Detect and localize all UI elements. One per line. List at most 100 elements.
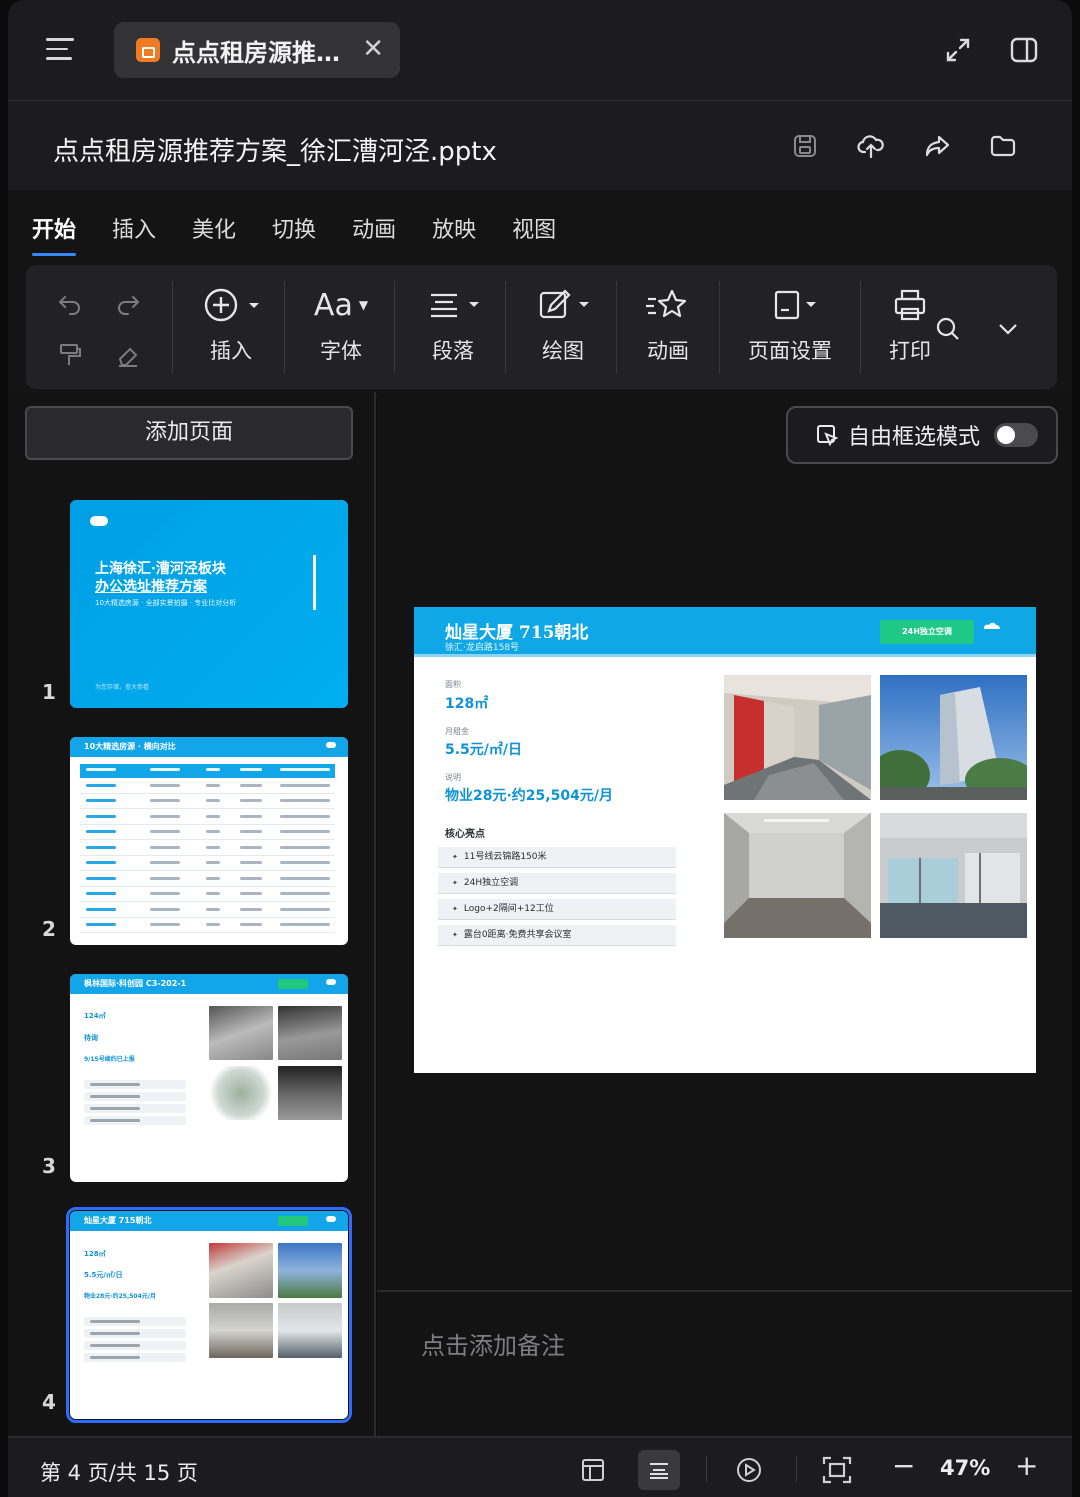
logo-icon [326,979,336,985]
zoom-out-button[interactable]: − [892,1451,915,1481]
thumb-table-cell [240,768,262,771]
paragraph-tool[interactable]: 段落 [418,285,488,365]
thumb-table-cell [280,799,330,802]
insert-tool[interactable]: 插入 [196,285,266,365]
current-slide[interactable]: 灿星大厦 715朝北 徐汇·龙启路158号 24H独立空调 面积 128㎡ 月租… [414,607,1036,1073]
thumb-bullet [84,1092,186,1101]
tab-animation[interactable]: 动画 [352,212,396,252]
thumb-table-cell [206,892,220,895]
draw-tool[interactable]: 绘图 [528,285,598,365]
thumb-title: 上海徐汇·漕河泾板块 办公选址推荐方案 [95,560,226,596]
area-value: 128㎡ [445,696,489,712]
thumb-table-cell [240,845,262,849]
thumb-table-cell [280,892,330,895]
font-icon: Aa [313,287,353,323]
slide-thumbnail-3[interactable]: 枫林国际·科创园 C3-202-1 124㎡ 待询 9/15号续约已上报 [70,974,348,1182]
file-bar: 点点租房源推荐方案_徐汇漕河泾.pptx [8,100,1072,190]
zoom-in-button[interactable]: + [1015,1451,1038,1481]
page-setup-tool[interactable]: 页面设置 [742,285,838,365]
thumb-table-cell [86,799,116,802]
highlight-bullet: 露台0距离·免费共享会议室 [438,925,676,946]
thumb-photo [278,1006,342,1060]
thumb-area: 128㎡ [84,1250,106,1258]
thumb-badge [278,1216,308,1226]
thumb-title: 灿星大厦 715朝北 [84,1216,152,1225]
thumb-table-cell [240,783,262,787]
share-icon[interactable] [922,131,952,161]
thumb-table-cell [86,845,116,849]
redo-icon[interactable] [114,289,142,317]
thumb-table-cell [240,892,262,895]
rent-label: 月租金 [445,727,469,736]
fit-screen-icon[interactable] [816,1450,858,1490]
area-label: 面积 [445,680,461,689]
free-select-switch[interactable] [994,423,1039,447]
thumb-table-cell [206,923,220,926]
eraser-icon[interactable] [114,341,142,369]
save-icon[interactable] [790,131,820,161]
animation-tool[interactable]: 动画 [638,285,698,365]
thumb-table-cell [206,907,220,911]
tab-insert[interactable]: 插入 [112,212,156,252]
play-slideshow-icon[interactable] [728,1450,770,1490]
free-select-mode-toggle[interactable]: 自由框选模式 [786,406,1058,464]
print-tool[interactable]: 打印 [882,285,938,365]
thumb-table-cell [86,830,116,833]
cloud-upload-icon[interactable] [856,131,886,161]
thumb-price: 物业28元·约25,504元/月 [84,1293,156,1300]
thumb-table-cell [240,876,262,880]
thumb-table-cell [150,907,180,911]
lobby-photo [724,675,871,800]
thumb-table-cell [86,923,116,926]
expand-toolbar-chevron-icon[interactable] [994,315,1022,343]
thumb-title: 枫林国际·科创园 C3-202-1 [84,979,187,988]
add-page-button[interactable]: 添加页面 [25,406,353,460]
search-icon[interactable] [934,315,962,343]
speaker-notes[interactable]: 点击添加备注 [377,1290,1072,1436]
thumb-table-cell [86,892,116,895]
add-circle-icon [204,288,259,322]
toolbar-separator [719,281,720,373]
tab-transition[interactable]: 切换 [272,212,316,252]
thumb-number: 3 [42,1154,56,1178]
thumb-divider [313,555,316,610]
thumb-table-cell [150,799,180,802]
font-tool[interactable]: Aa ▼ 字体 [306,285,376,365]
animation-label: 动画 [647,339,689,363]
toolbar-separator [284,281,285,373]
slide-thumbnail-1[interactable]: 上海徐汇·漕河泾板块 办公选址推荐方案 10大精选房源 · 全部实景拍摄 · 专业… [70,500,348,708]
thumb-table-row [80,857,335,871]
thumb-table-cell [240,861,262,864]
thumb-bullet [84,1329,186,1338]
tab-view[interactable]: 视图 [512,212,556,252]
undo-icon[interactable] [56,289,84,317]
tab-beautify[interactable]: 美化 [192,212,236,252]
toolbar: 插入 Aa ▼ 字体 段落 绘图 动画 页面设置 打印 [26,265,1057,389]
status-separator [706,1456,707,1482]
slide-thumbnail-4[interactable]: 灿星大厦 715朝北 128㎡ 5.5元/㎡/日 物业28元·约25,504元/… [66,1207,352,1423]
folder-icon[interactable] [988,131,1018,161]
thumb-bullet [84,1353,186,1362]
close-tab-icon[interactable]: ✕ [362,36,384,62]
thumb-table-cell [150,845,180,849]
thumb-title: 10大精选房源 · 横向对比 [84,742,176,751]
slide-subtitle: 徐汇·龙启路158号 [445,643,520,653]
thumb-photo [209,1243,273,1298]
notes-view-icon[interactable] [638,1450,680,1490]
tab-slideshow[interactable]: 放映 [432,212,476,252]
layout-view-icon[interactable] [572,1450,614,1490]
slide-thumbnail-2[interactable]: 10大精选房源 · 横向对比 [70,737,348,945]
expand-icon[interactable] [942,34,974,66]
thumb-table-cell [206,783,220,787]
tab-start[interactable]: 开始 [32,212,77,256]
highlight-bullet: Logo+2隔间+12工位 [438,899,676,920]
format-painter-icon[interactable] [56,341,84,369]
toolbar-separator [616,281,617,373]
hamburger-menu-icon[interactable] [46,38,74,62]
print-label: 打印 [889,339,931,363]
building-photo [880,675,1027,800]
thumb-table-cell [86,768,116,771]
sidebar-toggle-icon[interactable] [1008,34,1040,66]
document-tab[interactable]: 点点租房源推… ✕ [114,22,400,78]
thumb-number: 1 [42,680,56,704]
